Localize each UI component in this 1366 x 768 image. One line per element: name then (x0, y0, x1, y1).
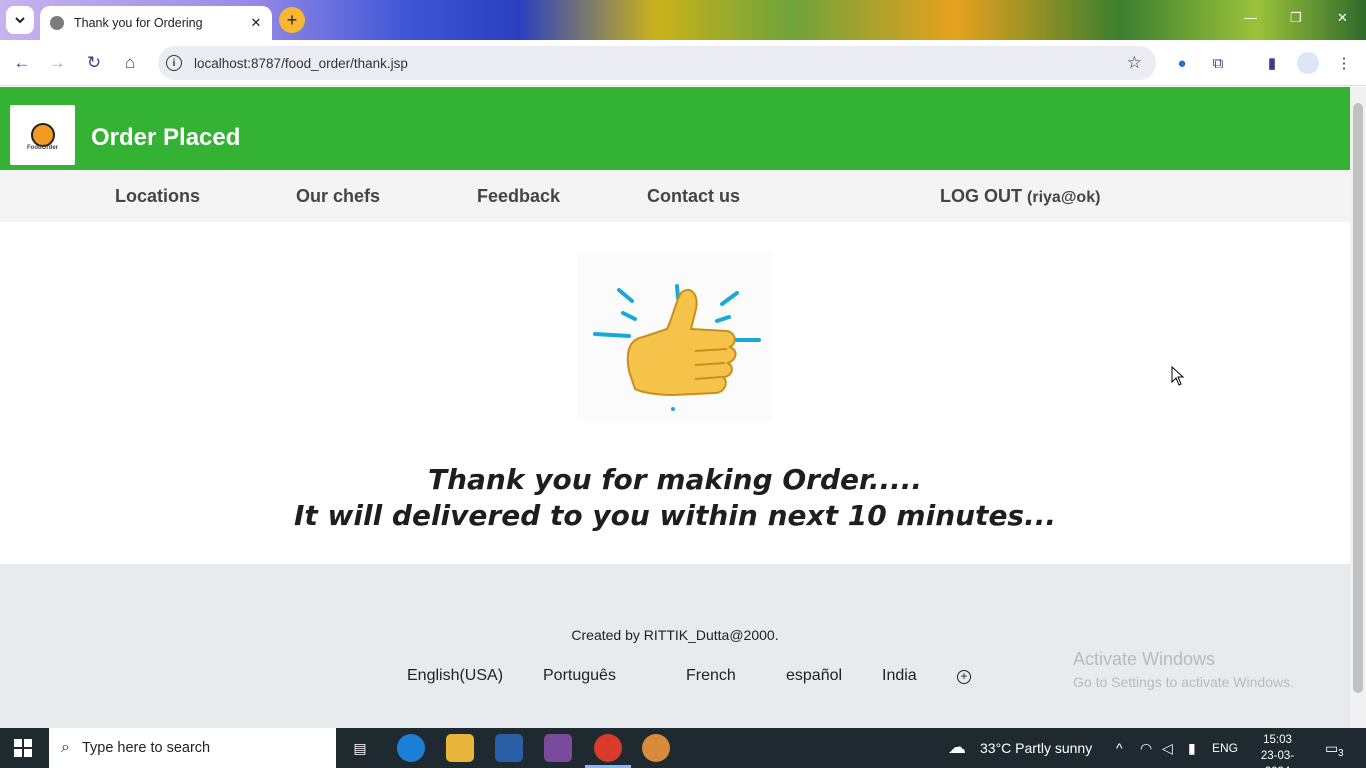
delivery-message: It will delivered to you within next 10 … (293, 499, 1057, 532)
thumbs-up-icon (593, 284, 761, 411)
logo-icon (30, 123, 55, 147)
edge-icon[interactable] (397, 734, 425, 762)
taskbar-search-box[interactable]: ⌕ Type here to search (49, 728, 336, 768)
browser-toolbar: ← → ↻ ⌂ i localhost:8787/food_order/than… (0, 40, 1366, 86)
nav-locations[interactable]: Locations (115, 186, 200, 207)
menu-dots-icon[interactable]: ⋮ (1334, 53, 1354, 73)
globe-icon (50, 16, 64, 30)
notification-icon[interactable]: ▭ (1325, 740, 1338, 757)
thumbs-up-image (577, 253, 772, 421)
puzzle-icon[interactable]: ⧉ (1208, 53, 1228, 73)
close-window-icon[interactable]: ✕ (1337, 10, 1348, 26)
site-logo[interactable]: FoodOrder (10, 105, 75, 165)
weather-icon[interactable]: ☁ (948, 737, 966, 758)
volume-icon[interactable]: ◁ (1162, 740, 1173, 757)
logo-text: FoodOrder (27, 145, 58, 151)
clock-date: 23-03-2024 (1260, 750, 1295, 768)
sidepanel-icon[interactable]: ▮ (1262, 53, 1282, 73)
file-explorer-icon[interactable] (446, 734, 474, 762)
logout-label: LOG OUT (940, 186, 1022, 206)
paint-icon[interactable] (642, 734, 670, 762)
footer-credit: Created by RITTIK_Dutta@2000. (571, 627, 779, 643)
profile-avatar[interactable] (1297, 52, 1319, 74)
nav-logout[interactable]: LOG OUT (riya@ok) (940, 186, 1100, 207)
tab-search-button[interactable] (6, 6, 34, 34)
tab-title: Thank you for Ordering (74, 16, 203, 30)
nav-our-chefs[interactable]: Our chefs (296, 186, 380, 207)
logged-in-user: (riya@ok) (1027, 189, 1101, 206)
windows-start-icon[interactable] (14, 739, 32, 757)
restore-icon[interactable]: ❐ (1290, 10, 1302, 26)
activate-windows-watermark: Activate Windows Go to Settings to activ… (1073, 649, 1294, 690)
search-placeholder: Type here to search (81, 740, 211, 756)
windows-taskbar: ⌕ Type here to search ▤ ☁ 33°C Partly su… (0, 728, 1366, 768)
browser-tab-strip: Thank you for Ordering ✕ + — ❐ ✕ (0, 0, 1366, 40)
app-icon[interactable] (544, 734, 572, 762)
mouse-cursor-icon (1171, 366, 1185, 386)
url-text[interactable]: localhost:8787/food_order/thank.jsp (194, 56, 1127, 71)
browser-tab[interactable]: Thank you for Ordering ✕ (40, 6, 272, 40)
forward-icon[interactable]: → (46, 52, 68, 74)
add-language-icon[interactable]: + (957, 670, 971, 684)
watermark-subtitle: Go to Settings to activate Windows. (1073, 674, 1294, 690)
lang-espanol[interactable]: español (786, 667, 842, 685)
main-nav: Locations Our chefs Feedback Contact us … (0, 170, 1350, 222)
page-title: Order Placed (91, 124, 241, 151)
input-language[interactable]: ENG (1212, 741, 1238, 755)
bookmark-star-icon[interactable]: ☆ (1127, 53, 1142, 73)
lang-india[interactable]: India (882, 667, 917, 685)
chevron-down-icon (15, 17, 25, 24)
page-scrollbar[interactable] (1350, 87, 1366, 728)
clock-time: 15:03 (1263, 734, 1292, 746)
lang-french[interactable]: French (686, 667, 736, 685)
address-bar[interactable]: i localhost:8787/food_order/thank.jsp ☆ (158, 46, 1156, 80)
show-hidden-icons[interactable]: ^ (1116, 740, 1123, 756)
notification-count: 3 (1338, 748, 1344, 759)
site-info-icon[interactable]: i (166, 55, 182, 71)
network-icon[interactable]: ◠ (1140, 740, 1152, 757)
scrollbar-thumb[interactable] (1353, 103, 1363, 693)
microphone-icon[interactable]: ▮ (1188, 740, 1196, 757)
nav-feedback[interactable]: Feedback (477, 186, 560, 207)
new-tab-button[interactable]: + (279, 7, 305, 33)
nav-contact-us[interactable]: Contact us (647, 186, 740, 207)
close-tab-icon[interactable]: ✕ (246, 15, 266, 31)
page-footer: Created by RITTIK_Dutta@2000. English(US… (0, 564, 1350, 728)
chrome-icon[interactable] (594, 734, 622, 762)
watermark-title: Activate Windows (1073, 649, 1216, 669)
search-icon: ⌕ (61, 739, 70, 756)
home-icon[interactable]: ⌂ (119, 52, 141, 74)
lang-portugues[interactable]: Português (543, 667, 616, 685)
web-page: FoodOrder Order Placed Locations Our che… (0, 87, 1350, 728)
back-icon[interactable]: ← (11, 52, 33, 74)
minimize-icon[interactable]: — (1244, 10, 1257, 25)
lang-english[interactable]: English(USA) (407, 667, 503, 685)
task-view-icon[interactable]: ▤ (346, 734, 374, 762)
thank-you-message: Thank you for making Order..... (427, 463, 923, 496)
extension-icon[interactable]: ● (1172, 53, 1192, 73)
reload-icon[interactable]: ↻ (83, 52, 105, 74)
page-header: FoodOrder Order Placed (0, 87, 1350, 170)
system-clock[interactable]: 15:03 23-03-2024 (1250, 732, 1305, 768)
weather-text[interactable]: 33°C Partly sunny (980, 740, 1092, 756)
vscode-icon[interactable] (495, 734, 523, 762)
